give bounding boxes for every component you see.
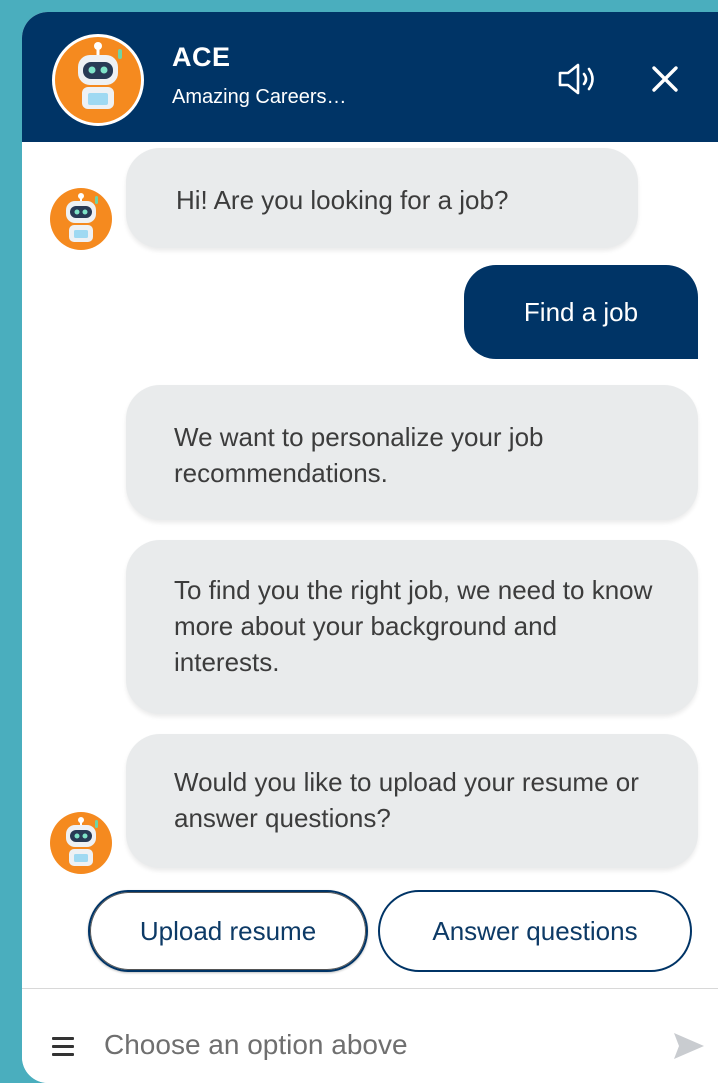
bot-subtitle: Amazing Careers Eve...	[172, 86, 352, 108]
answer-questions-button[interactable]: Answer questions	[378, 890, 692, 972]
bot-message: Hi! Are you looking for a job?	[126, 148, 638, 248]
upload-resume-button[interactable]: Upload resume	[88, 890, 368, 972]
message-input[interactable]	[104, 1023, 644, 1067]
bot-message: Would you like to upload your resume or …	[126, 734, 698, 868]
chat-header: ACE Amazing Careers Eve...	[22, 12, 718, 142]
message-list: Hi! Are you looking for a job? Find a jo…	[22, 142, 718, 990]
robot-avatar-icon	[52, 34, 144, 126]
bot-avatar-icon	[50, 188, 112, 250]
chat-widget: ACE Amazing Careers Eve...	[22, 12, 718, 1083]
bot-avatar-icon	[50, 812, 112, 874]
speaker-icon[interactable]	[556, 60, 602, 98]
bot-message: To find you the right job, we need to kn…	[126, 540, 698, 714]
message-composer	[22, 988, 718, 1083]
close-icon[interactable]	[646, 60, 684, 98]
menu-icon[interactable]	[52, 1037, 74, 1056]
bot-name: ACE	[172, 42, 231, 72]
bot-message: We want to personalize your job recommen…	[126, 385, 698, 520]
user-message: Find a job	[464, 265, 698, 359]
send-icon[interactable]	[672, 1031, 706, 1061]
